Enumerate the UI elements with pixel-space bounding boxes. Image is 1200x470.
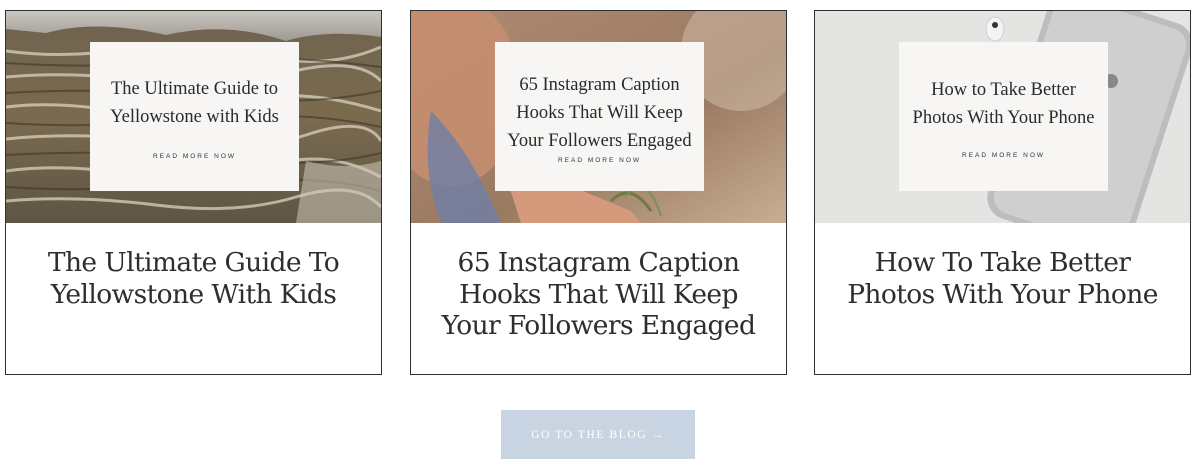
go-to-blog-button[interactable]: GO TO THE BLOG →: [501, 410, 695, 459]
overlay-title: The Ultimate Guide to Yellowstone with K…: [110, 79, 279, 127]
blog-posts-section: The Ultimate Guide to Yellowstone with K…: [0, 0, 1200, 470]
read-more-link[interactable]: READ MORE NOW: [962, 152, 1045, 159]
read-more-link[interactable]: READ MORE NOW: [558, 157, 641, 164]
post-thumbnail-flowers[interactable]: 65 Instagram Caption Hooks That Will Kee…: [411, 11, 786, 223]
blog-post-card[interactable]: 65 Instagram Caption Hooks That Will Kee…: [410, 10, 787, 375]
post-overlay-card: The Ultimate Guide to Yellowstone with K…: [90, 42, 299, 191]
post-thumbnail-yellowstone[interactable]: The Ultimate Guide to Yellowstone with K…: [6, 11, 381, 223]
post-overlay-card: 65 Instagram Caption Hooks That Will Kee…: [495, 42, 704, 191]
overlay-title: How to Take Better Photos With Your Phon…: [912, 80, 1095, 128]
blog-post-card[interactable]: The Ultimate Guide to Yellowstone with K…: [5, 10, 382, 375]
post-title[interactable]: The Ultimate Guide To Yellowstone With K…: [6, 247, 381, 310]
read-more-link[interactable]: READ MORE NOW: [153, 153, 236, 160]
post-overlay-card: How to Take Better Photos With Your Phon…: [899, 42, 1108, 191]
post-title[interactable]: How To Take Better Photos With Your Phon…: [815, 247, 1190, 310]
overlay-title: 65 Instagram Caption Hooks That Will Kee…: [507, 75, 692, 151]
post-title[interactable]: 65 Instagram Caption Hooks That Will Kee…: [411, 247, 786, 342]
blog-post-card[interactable]: How to Take Better Photos With Your Phon…: [814, 10, 1191, 375]
post-thumbnail-phone[interactable]: How to Take Better Photos With Your Phon…: [815, 11, 1190, 223]
